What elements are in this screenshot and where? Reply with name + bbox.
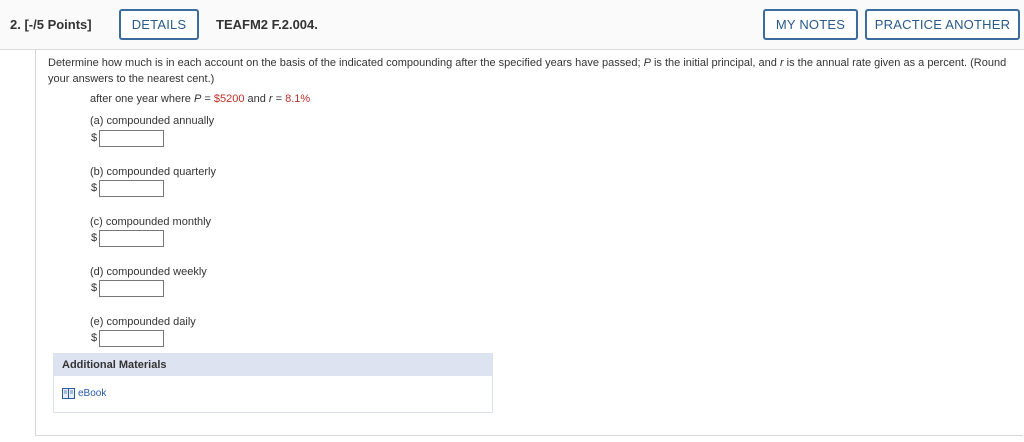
additional-materials-panel: Additional Materials eBook [53,353,493,413]
part-c-answer-input[interactable] [99,230,164,247]
question-code: TEAFM2 F.2.004. [216,17,318,32]
my-notes-button[interactable]: MY NOTES [763,9,858,40]
scenario-text: = [201,93,214,105]
details-button[interactable]: DETAILS [119,9,199,40]
part-b-currency: $ [91,182,98,194]
ebook-link[interactable]: eBook [62,388,106,399]
prompt-text: Determine how much is in each account on… [48,57,644,69]
ebook-label: eBook [78,388,107,399]
principal-value: $5200 [213,93,245,105]
part-e-label: (e) compounded daily [90,316,196,328]
question-header: 2. [-/5 Points] DETAILS TEAFM2 F.2.004. … [0,0,1024,50]
part-b-answer-input[interactable] [99,180,164,197]
part-d-currency: $ [91,282,98,294]
prompt-var-p: P [643,57,651,69]
question-prompt: Determine how much is in each account on… [48,55,1018,87]
practice-another-button[interactable]: PRACTICE ANOTHER [865,9,1020,40]
prompt-text: is the initial principal, and [650,57,780,69]
book-icon [62,388,75,399]
rate-value: 8.1% [285,93,311,105]
scenario-line: after one year where P = $5200 and r = 8… [90,93,310,105]
part-a-label: (a) compounded annually [90,115,215,127]
part-c-label: (c) compounded monthly [90,216,212,228]
part-d-answer-input[interactable] [99,280,164,297]
question-number: 2. [-/5 Points] [10,17,92,32]
part-e-currency: $ [91,332,98,344]
part-d-label: (d) compounded weekly [90,266,207,278]
part-a-answer-input[interactable] [99,130,164,147]
part-c-currency: $ [91,232,98,244]
part-b-label: (b) compounded quarterly [90,166,216,178]
part-a-currency: $ [91,132,98,144]
scenario-text: = [272,93,286,105]
part-e-answer-input[interactable] [99,330,164,347]
scenario-text: and [244,93,269,105]
additional-materials-title: Additional Materials [54,354,492,376]
scenario-text: after one year where [90,93,194,105]
